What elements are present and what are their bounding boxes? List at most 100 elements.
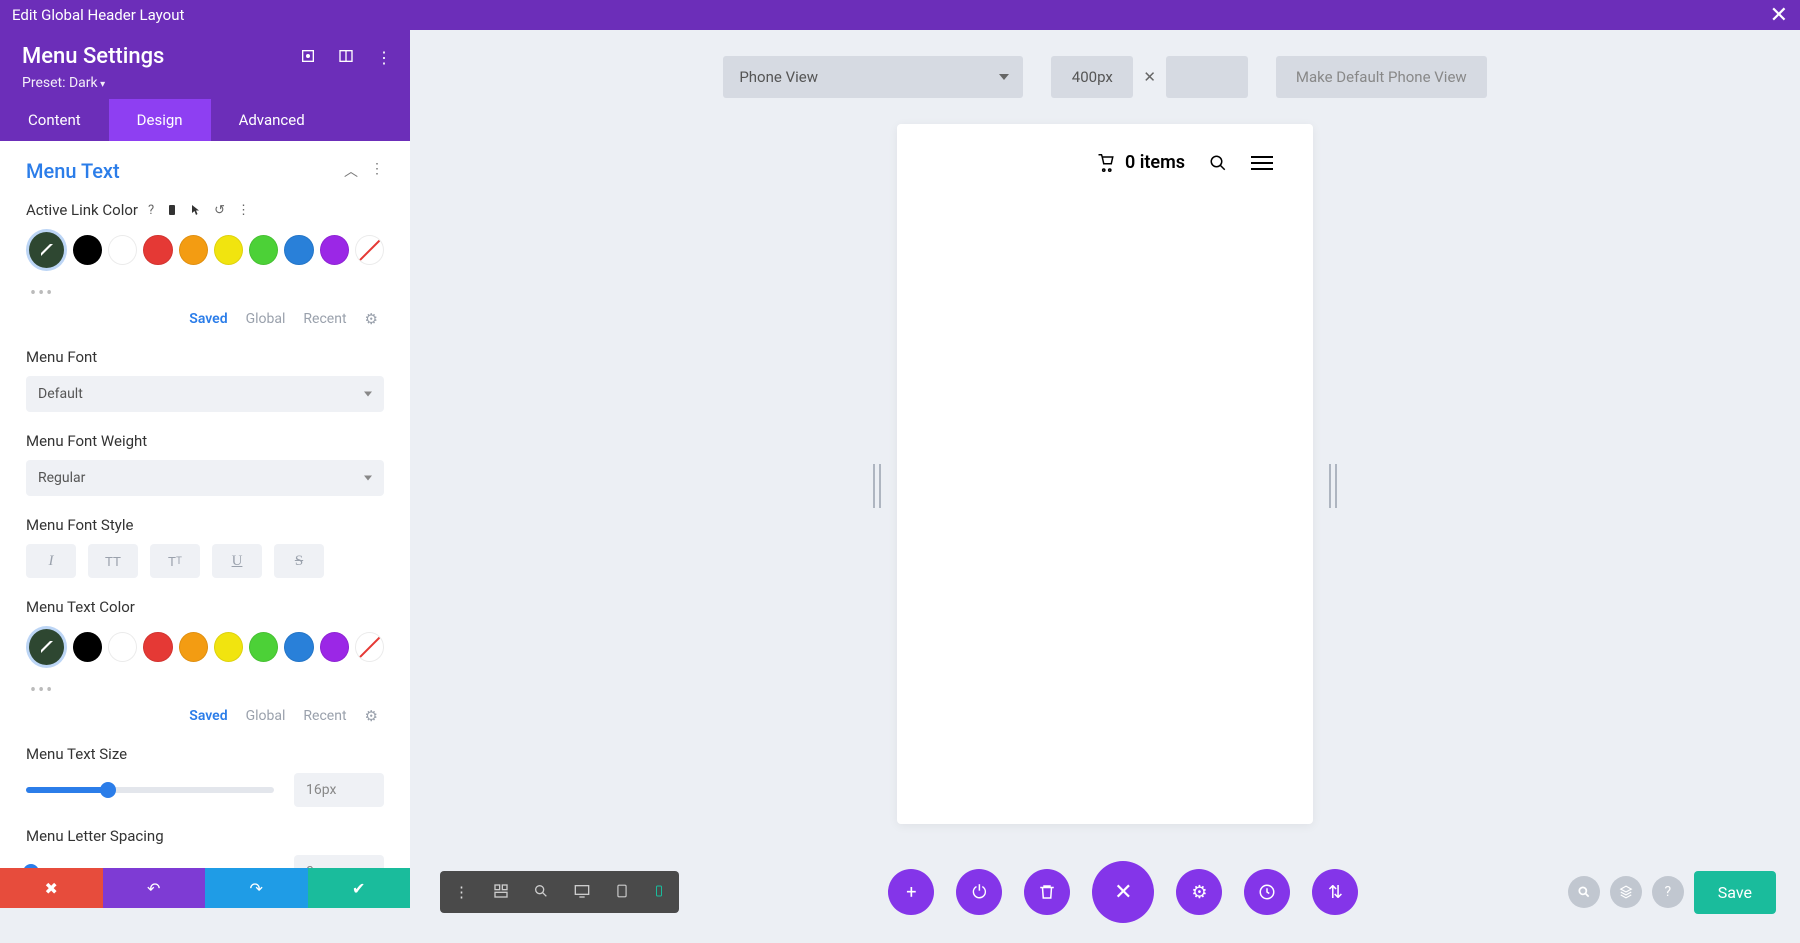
swatch2-white[interactable]: [108, 632, 137, 662]
help-bottom-icon[interactable]: ?: [1652, 876, 1684, 908]
dimension-x-icon: ✕: [1143, 68, 1156, 86]
section-title[interactable]: Menu Text: [26, 159, 120, 183]
swatch-green[interactable]: [249, 235, 278, 265]
panel-header: Menu Settings Preset: Dark ⋮: [0, 30, 410, 99]
tablet-icon[interactable]: [611, 879, 633, 905]
swatch2-black[interactable]: [73, 632, 102, 662]
hover-icon[interactable]: [190, 203, 202, 218]
panel-footer-actions: ✖ ↶ ↷ ✔: [0, 868, 410, 908]
swatch2-none[interactable]: [355, 632, 384, 662]
swatch-black[interactable]: [73, 235, 102, 265]
sort-button[interactable]: ⇅: [1312, 869, 1358, 915]
more-swatches-2[interactable]: •••: [26, 676, 384, 701]
reset-icon[interactable]: ↺: [214, 203, 225, 218]
style-smallcaps-button[interactable]: TT: [150, 544, 200, 578]
trash-button[interactable]: [1024, 869, 1070, 915]
history-button[interactable]: [1244, 869, 1290, 915]
swatch-none[interactable]: [355, 235, 384, 265]
style-strike-button[interactable]: S: [274, 544, 324, 578]
menu-font-select[interactable]: Default: [26, 376, 384, 412]
zoom-icon[interactable]: [529, 879, 553, 905]
swatch-blue[interactable]: [284, 235, 313, 265]
layers-icon[interactable]: [1610, 876, 1642, 908]
close-button[interactable]: ✕: [1770, 3, 1788, 28]
swatch2-orange[interactable]: [179, 632, 208, 662]
columns-icon[interactable]: [338, 48, 354, 67]
style-italic-button[interactable]: I: [26, 544, 76, 578]
menu-text-size-input[interactable]: [294, 773, 384, 807]
search-icon[interactable]: [1209, 154, 1227, 172]
swatch-orange[interactable]: [179, 235, 208, 265]
save-button[interactable]: Save: [1694, 871, 1776, 914]
width-input[interactable]: [1051, 56, 1133, 98]
height-input[interactable]: [1166, 56, 1248, 98]
palette-settings-icon[interactable]: ⚙: [365, 310, 378, 328]
undo-button[interactable]: ↶: [103, 868, 206, 908]
tab-design[interactable]: Design: [109, 99, 211, 141]
cart-link[interactable]: 0 items: [1097, 152, 1185, 173]
collapse-icon[interactable]: ︿: [344, 161, 358, 181]
swatch-white[interactable]: [108, 235, 137, 265]
swatch-yellow[interactable]: [214, 235, 243, 265]
window-title: Edit Global Header Layout: [12, 6, 184, 24]
palette2-tab-recent[interactable]: Recent: [303, 708, 346, 724]
confirm-button[interactable]: ✔: [308, 868, 411, 908]
expand-icon[interactable]: [300, 48, 316, 67]
menu-text-size-label: Menu Text Size: [26, 745, 127, 763]
palette-tab-global[interactable]: Global: [246, 311, 286, 327]
desktop-icon[interactable]: [569, 879, 595, 905]
delete-button[interactable]: ✖: [0, 868, 103, 908]
palette-tab-recent[interactable]: Recent: [303, 311, 346, 327]
more-swatches[interactable]: •••: [26, 279, 384, 304]
palette-tab-saved[interactable]: Saved: [189, 311, 227, 327]
swatch2-green[interactable]: [249, 632, 278, 662]
menu-text-size-slider[interactable]: [26, 787, 274, 793]
swatch2-blue[interactable]: [284, 632, 313, 662]
responsive-icon[interactable]: [166, 203, 178, 218]
menu-letter-spacing-input[interactable]: [294, 855, 384, 868]
color-picker-swatch[interactable]: [26, 229, 67, 271]
settings-button[interactable]: ⚙: [1176, 869, 1222, 915]
palette2-settings-icon[interactable]: ⚙: [365, 707, 378, 725]
menu-text-color-label: Menu Text Color: [26, 598, 135, 616]
swatch2-red[interactable]: [143, 632, 172, 662]
hamburger-menu-icon[interactable]: [1251, 156, 1273, 170]
view-mode-select[interactable]: Phone View: [723, 56, 1023, 98]
kebab-menu-icon[interactable]: ⋮: [376, 48, 392, 67]
close-action-button[interactable]: ✕: [1092, 861, 1154, 923]
style-uppercase-button[interactable]: TT: [88, 544, 138, 578]
tab-content[interactable]: Content: [0, 99, 109, 141]
palette2-tab-global[interactable]: Global: [246, 708, 286, 724]
panel-body[interactable]: Menu Text ︿ ⋮ Active Link Color ? ↺: [0, 141, 410, 868]
phone-icon[interactable]: [649, 879, 669, 905]
resize-handle-left[interactable]: [873, 464, 881, 508]
search-bottom-icon[interactable]: [1568, 876, 1600, 908]
resize-handle-right[interactable]: [1329, 464, 1337, 508]
cart-icon: [1097, 154, 1115, 172]
make-default-button[interactable]: Make Default Phone View: [1276, 56, 1487, 98]
wireframe-icon[interactable]: [489, 879, 513, 905]
swatch-red[interactable]: [143, 235, 172, 265]
phone-preview: 0 items: [897, 124, 1313, 824]
tab-advanced[interactable]: Advanced: [211, 99, 333, 141]
add-button[interactable]: +: [888, 869, 934, 915]
color-picker-swatch-2[interactable]: [26, 626, 67, 668]
swatch2-purple[interactable]: [320, 632, 349, 662]
swatch2-yellow[interactable]: [214, 632, 243, 662]
color-swatches: [26, 229, 384, 271]
preview-canvas: Phone View ✕ Make Default Phone View 0 i…: [410, 30, 1800, 943]
style-underline-button[interactable]: U: [212, 544, 262, 578]
help-icon[interactable]: ?: [148, 203, 154, 218]
device-toolbar: ⋮: [440, 871, 679, 913]
more-icon[interactable]: ⋮: [450, 879, 473, 905]
preset-selector[interactable]: Preset: Dark: [22, 75, 388, 91]
power-button[interactable]: ⏻: [956, 869, 1002, 915]
swatch-purple[interactable]: [320, 235, 349, 265]
field-kebab-icon[interactable]: ⋮: [237, 203, 250, 218]
section-kebab-icon[interactable]: ⋮: [370, 161, 384, 181]
menu-font-weight-select[interactable]: Regular: [26, 460, 384, 496]
redo-button[interactable]: ↷: [205, 868, 308, 908]
bottom-toolbar: ⋮ + ⏻ ✕ ⚙ ⇅: [440, 861, 1776, 923]
settings-sidebar: Menu Settings Preset: Dark ⋮ Content Des…: [0, 30, 410, 908]
palette2-tab-saved[interactable]: Saved: [189, 708, 227, 724]
